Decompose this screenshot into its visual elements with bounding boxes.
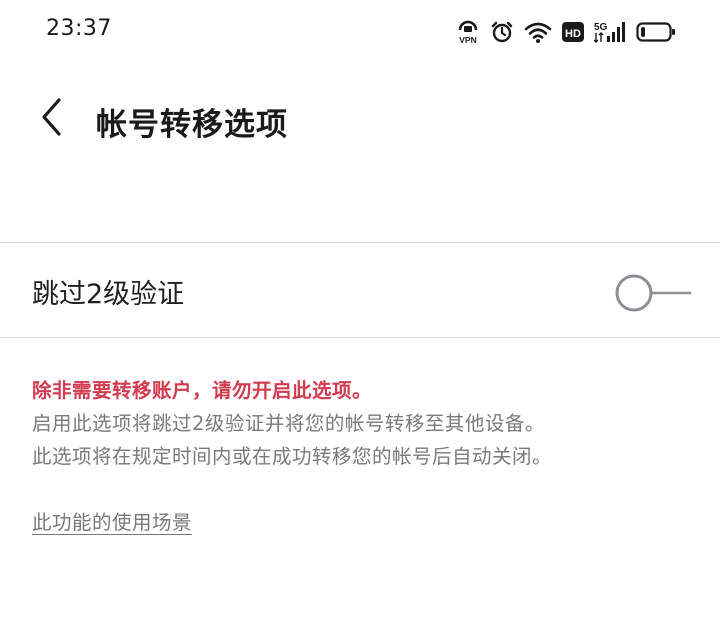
battery-icon — [636, 21, 676, 43]
status-bar: 23:37 VPN HD 5G — [0, 0, 720, 64]
page-title: 帐号转移选项 — [96, 107, 288, 143]
alarm-icon — [490, 20, 514, 44]
vpn-label: VPN — [459, 35, 476, 45]
hd-icon: HD — [562, 21, 584, 43]
chevron-left-icon — [39, 97, 65, 141]
status-time: 23:37 — [46, 16, 112, 41]
setting-label: 跳过2级验证 — [32, 279, 185, 310]
info-text-line: 启用此选项将跳过2级验证并将您的帐号转移至其他设备。 — [32, 412, 545, 435]
header: 帐号转移选项 — [0, 82, 720, 158]
status-icons: VPN HD 5G — [456, 19, 676, 45]
divider — [0, 337, 720, 338]
warning-text: 除非需要转移账户，请勿开启此选项。 — [32, 379, 373, 402]
hd-label: HD — [565, 28, 581, 40]
info-text-line: 此选项将在规定时间内或在成功转移您的帐号后自动关闭。 — [32, 445, 553, 468]
signal-5g-icon: 5G — [594, 20, 626, 44]
skip-2fa-toggle[interactable] — [612, 273, 694, 313]
network-label: 5G — [594, 22, 608, 33]
setting-row-skip-2fa[interactable]: 跳过2级验证 — [0, 243, 720, 337]
vpn-icon: VPN — [456, 19, 480, 45]
usage-scenarios-link[interactable]: 此功能的使用场景 — [32, 506, 192, 535]
back-button[interactable] — [30, 94, 74, 144]
wifi-icon — [524, 20, 552, 44]
